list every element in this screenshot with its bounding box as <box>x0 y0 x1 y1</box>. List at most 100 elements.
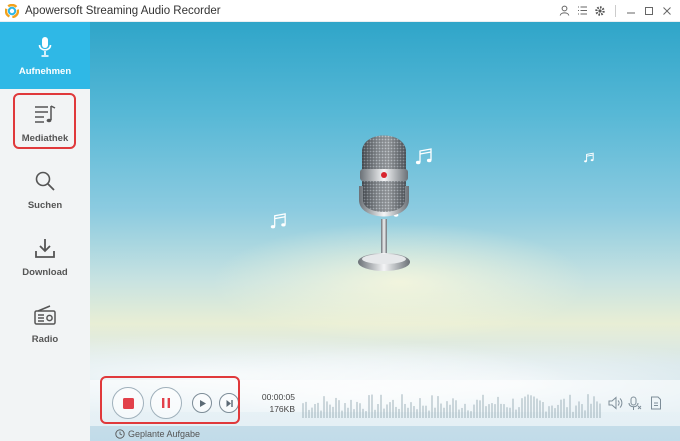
waveform-bar <box>584 410 586 418</box>
sidebar-item-download[interactable]: Download <box>0 223 90 290</box>
waveform-bar <box>368 395 370 418</box>
waveform-bar <box>512 398 514 418</box>
sidebar-item-label: Radio <box>31 334 59 345</box>
waveform-bar <box>455 400 457 418</box>
waveform-bar <box>311 407 313 418</box>
waveform-bar <box>548 406 550 418</box>
waveform-bar <box>524 396 526 418</box>
waveform-bar <box>470 411 472 418</box>
waveform-bar <box>359 403 361 418</box>
waveform-bar <box>590 403 592 418</box>
waveform <box>302 394 601 418</box>
waveform-bar <box>572 411 574 418</box>
waveform-bar <box>428 410 430 418</box>
waveform-bar <box>578 401 580 418</box>
user-icon[interactable] <box>555 2 573 20</box>
app-title: Apowersoft Streaming Audio Recorder <box>25 4 221 17</box>
file-size: 176KB <box>269 404 295 414</box>
sidebar-item-label: Download <box>22 267 68 278</box>
waveform-bar <box>374 409 376 418</box>
waveform-bar <box>581 404 583 418</box>
waveform-bar <box>551 405 553 418</box>
waveform-bar <box>482 394 484 418</box>
microphone-icon <box>32 34 58 60</box>
waveform-bar <box>440 403 442 418</box>
waveform-bar <box>446 401 448 418</box>
list-icon[interactable] <box>573 2 591 20</box>
waveform-bar <box>452 398 454 418</box>
maximize-icon[interactable] <box>640 2 658 20</box>
waveform-bar <box>545 411 547 418</box>
waveform-bar <box>437 396 439 418</box>
sidebar-item-suchen[interactable]: Suchen <box>0 156 90 223</box>
waveform-bar <box>485 406 487 418</box>
highlight-box <box>100 376 240 424</box>
waveform-bar <box>518 407 520 418</box>
waveform-bar <box>335 397 337 418</box>
waveform-bar <box>530 395 532 418</box>
waveform-bar <box>599 403 601 418</box>
waveform-bar <box>506 407 508 418</box>
record-panel: 00:00:05 176KB <box>90 22 680 441</box>
elapsed-time: 00:00:05 <box>261 392 295 402</box>
gear-icon[interactable] <box>591 2 609 20</box>
waveform-bar <box>488 404 490 418</box>
waveform-bar <box>464 403 466 418</box>
waveform-bar <box>593 396 595 418</box>
title-bar: Apowersoft Streaming Audio Recorder <box>0 0 680 22</box>
waveform-bar <box>443 407 445 418</box>
waveform-bar <box>377 404 379 418</box>
waveform-bar <box>416 409 418 418</box>
waveform-bar <box>431 395 433 418</box>
waveform-bar <box>500 403 502 418</box>
waveform-bar <box>458 409 460 418</box>
waveform-bar <box>383 408 385 418</box>
waveform-bar <box>338 400 340 418</box>
waveform-bar <box>407 407 409 418</box>
music-note-icon <box>584 152 594 163</box>
waveform-bar <box>503 404 505 418</box>
file-icon[interactable] <box>648 395 664 411</box>
waveform-bar <box>515 409 517 418</box>
waveform-bar <box>395 406 397 418</box>
highlight-box <box>13 93 76 149</box>
waveform-bar <box>509 407 511 418</box>
waveform-bar <box>527 394 529 418</box>
radio-icon <box>32 302 58 328</box>
waveform-bar <box>419 398 421 418</box>
waveform-bar <box>341 410 343 418</box>
waveform-bar <box>350 399 352 418</box>
waveform-bar <box>404 403 406 418</box>
waveform-bar <box>320 410 322 418</box>
close-icon[interactable] <box>658 2 676 20</box>
search-icon <box>32 168 58 194</box>
waveform-bar <box>332 406 334 418</box>
waveform-bar <box>308 409 310 418</box>
minimize-icon[interactable] <box>622 2 640 20</box>
waveform-bar <box>422 405 424 418</box>
waveform-bar <box>362 408 364 418</box>
waveform-bar <box>401 394 403 418</box>
waveform-bar <box>449 404 451 418</box>
waveform-bar <box>380 394 382 418</box>
waveform-bar <box>305 401 307 418</box>
waveform-bar <box>554 408 556 418</box>
waveform-bar <box>434 407 436 418</box>
waveform-bar <box>566 407 568 418</box>
sidebar-item-label: Suchen <box>27 200 63 211</box>
waveform-bar <box>542 402 544 418</box>
app-logo-icon <box>5 3 19 18</box>
waveform-bar <box>497 396 499 418</box>
schedule-link[interactable]: Geplante Aufgabe <box>115 429 200 439</box>
waveform-bar <box>371 394 373 418</box>
waveform-bar <box>365 411 367 418</box>
volume-icon[interactable] <box>607 395 623 411</box>
waveform-bar <box>560 399 562 418</box>
waveform-bar <box>569 394 571 418</box>
audio-source-icon[interactable] <box>627 395 643 411</box>
waveform-bar <box>398 408 400 418</box>
waveform-bar <box>344 403 346 418</box>
waveform-bar <box>413 406 415 418</box>
sidebar-item-radio[interactable]: Radio <box>0 290 90 357</box>
sidebar-item-aufnehmen[interactable]: Aufnehmen <box>0 22 90 89</box>
